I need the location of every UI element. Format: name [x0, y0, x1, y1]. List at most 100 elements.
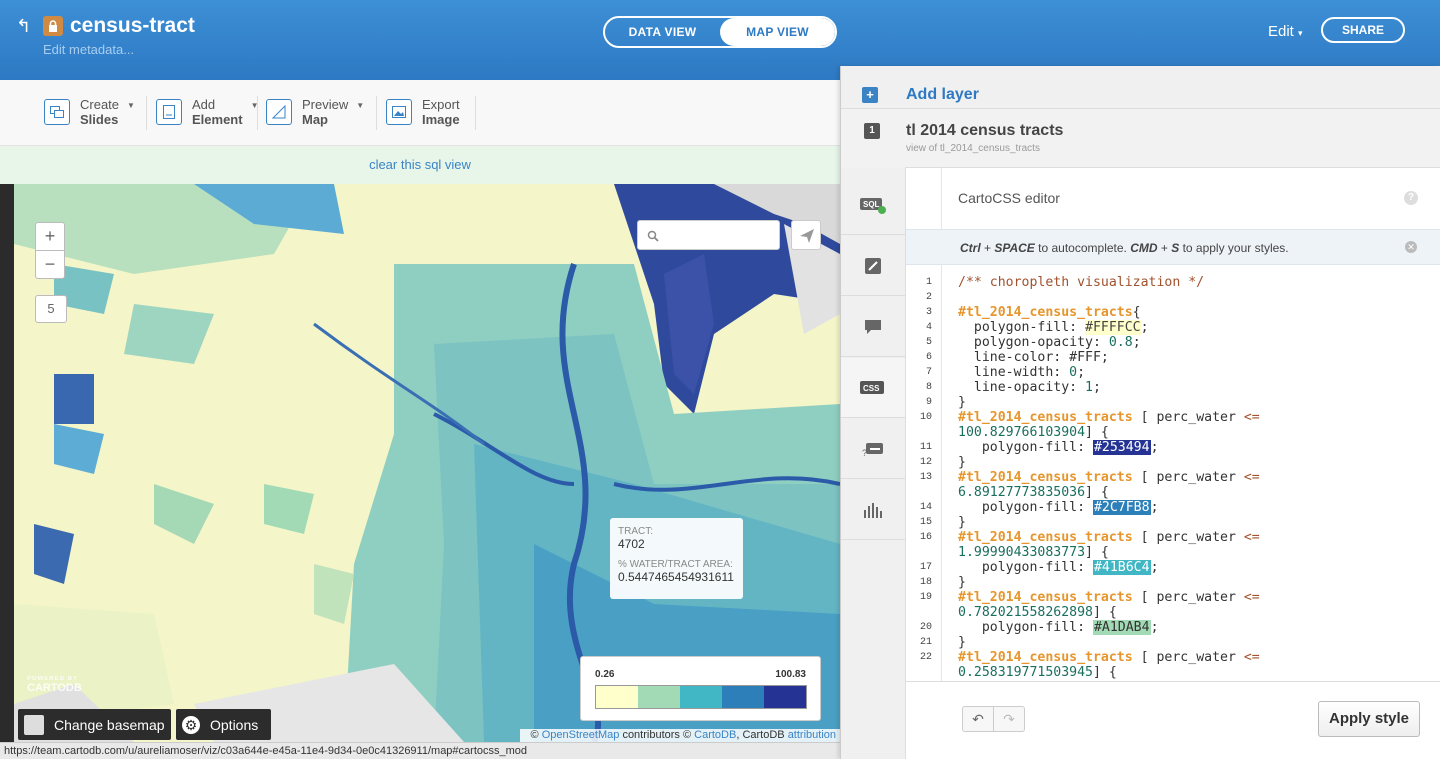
search-icon [647, 230, 659, 242]
code-token: 6.89127773835036 [958, 485, 1086, 500]
line-number: 20 [919, 622, 932, 633]
tool-label-1: Export [422, 97, 460, 112]
change-basemap-button[interactable]: Change basemap [18, 709, 171, 740]
tab-wizard[interactable] [841, 236, 905, 296]
line-number: 9 [925, 397, 932, 408]
options-button[interactable]: ⚙ Options [176, 709, 271, 740]
create-slides-button[interactable]: Create Slides ▼ [44, 94, 135, 130]
tool-label-1: Add [192, 97, 216, 112]
code-token: [ perc_water [1132, 530, 1244, 545]
page-title[interactable]: census-tract [70, 14, 195, 38]
code-token: 0.8 [1108, 335, 1133, 350]
hint-key: CMD [1130, 241, 1158, 255]
clear-sql-view-link[interactable]: clear this sql view [369, 157, 471, 172]
tab-filters[interactable] [841, 480, 905, 540]
code-token: #2C7FB8 [1092, 500, 1151, 515]
line-number: 21 [919, 637, 932, 648]
share-button[interactable]: SHARE [1321, 17, 1405, 43]
legend-swatch [638, 686, 680, 708]
lock-icon[interactable] [43, 16, 63, 36]
code-token: 0 [1069, 365, 1078, 380]
code-line: 3 #tl_2014_census_tracts{ [906, 305, 1141, 320]
export-image-button[interactable]: Export Image [386, 94, 460, 130]
code-token: /** choropleth visualization */ [958, 275, 1205, 290]
code-token: <= [1243, 410, 1260, 425]
osm-link[interactable]: OpenStreetMap [542, 729, 620, 741]
code-line: 7 line-width: 0; [906, 365, 1085, 380]
code-token: polygon-fill: [958, 320, 1086, 335]
sql-view-notice: clear this sql view [0, 146, 840, 184]
code-token: ; [1093, 380, 1101, 395]
code-text: 1.99990433083773] { [958, 545, 1109, 560]
code-text: } [958, 395, 966, 410]
cartodb-logo: POWERED BY CARTODB [27, 676, 82, 694]
line-number: 4 [925, 322, 932, 333]
add-element-button[interactable]: Add Element ▼ [156, 94, 259, 130]
code-token: ] { [1092, 665, 1117, 680]
tab-cartocss[interactable]: CSS [841, 358, 905, 418]
filters-icon [864, 502, 882, 518]
preview-map-button[interactable]: Preview Map ▼ [266, 94, 364, 130]
zoom-level-indicator: 5 [35, 295, 67, 323]
code-line: 100.829766103904] { [906, 425, 1109, 440]
code-token: polygon-fill: [958, 440, 1093, 455]
attribution-link[interactable]: attribution [788, 729, 836, 741]
map-toolbar: Create Slides ▼ Add Element ▼ Preview Map ▼… [0, 80, 840, 146]
code-token: line-width: [958, 365, 1070, 380]
apply-style-button[interactable]: Apply style [1318, 701, 1420, 737]
line-number: 5 [925, 337, 932, 348]
code-token: ] { [1092, 605, 1117, 620]
code-token: 1.99990433083773 [958, 545, 1086, 560]
hint-text: + [1157, 241, 1172, 255]
back-arrow-icon[interactable]: ↰ [16, 17, 36, 35]
hint-text: + [980, 241, 995, 255]
code-text: } [958, 455, 966, 470]
code-text: #tl_2014_census_tracts{ [958, 305, 1141, 320]
code-line: 17 polygon-fill: #41B6C4; [906, 560, 1159, 575]
tab-data-view[interactable]: DATA VIEW [605, 18, 720, 46]
tab-legend[interactable]: ? [841, 419, 905, 479]
code-text: #tl_2014_census_tracts [ perc_water <= [958, 470, 1260, 485]
add-layer-button[interactable]: Add layer [906, 86, 979, 104]
code-line: 8 line-opacity: 1; [906, 380, 1101, 395]
cartodb-link[interactable]: CartoDB [694, 729, 736, 741]
code-token: 1 [1085, 380, 1093, 395]
code-text: /** choropleth visualization */ [958, 275, 1204, 290]
code-text: 0.782021558262898] { [958, 605, 1117, 620]
code-text: polygon-fill: #A1DAB4; [958, 620, 1159, 635]
help-icon[interactable]: ? [1404, 191, 1418, 205]
close-icon[interactable]: ✕ [1405, 241, 1417, 253]
tab-sql[interactable]: SQL [841, 175, 905, 235]
line-number: 18 [919, 577, 932, 588]
code-token: ; [1140, 320, 1149, 335]
code-token: ; [1150, 440, 1159, 455]
edit-metadata-link[interactable]: Edit metadata... [43, 42, 134, 57]
code-token: 0.782021558262898 [958, 605, 1093, 620]
redo-button[interactable]: ↷ [993, 706, 1025, 732]
line-number: 11 [919, 442, 932, 453]
plus-icon[interactable]: + [862, 87, 878, 103]
layer-title[interactable]: tl 2014 census tracts [906, 122, 1063, 140]
map-legend: 0.26 100.83 [580, 656, 821, 721]
code-token: line-color: #FFF; [958, 350, 1109, 365]
tab-map-view[interactable]: MAP VIEW [720, 18, 835, 46]
code-token: ; [1077, 365, 1086, 380]
legend-swatch [722, 686, 764, 708]
line-number: 15 [919, 517, 932, 528]
code-line: 1 /** choropleth visualization */ [906, 275, 1204, 290]
code-area[interactable]: 1 /** choropleth visualization */ 2 3 #tl_20… [906, 275, 1440, 681]
zoom-out-button[interactable]: − [35, 250, 65, 279]
tab-infowindow[interactable] [841, 297, 905, 357]
undo-button[interactable]: ↶ [962, 706, 994, 732]
code-token: #tl_2014_census_tracts [958, 305, 1133, 320]
code-token: polygon-fill: [958, 620, 1093, 635]
edit-menu[interactable]: Edit ▾ [1268, 23, 1303, 40]
tooltip-value-tract: 4702 [618, 537, 645, 551]
code-text: line-width: 0; [958, 365, 1085, 380]
code-token: ; [1150, 560, 1159, 575]
code-text: polygon-fill: #FFFFCC; [958, 320, 1149, 335]
share-location-button[interactable] [791, 220, 821, 250]
code-line: 19 #tl_2014_census_tracts [ perc_water <= [906, 590, 1260, 605]
zoom-in-button[interactable]: + [35, 222, 65, 251]
map-search-input[interactable] [666, 227, 774, 244]
